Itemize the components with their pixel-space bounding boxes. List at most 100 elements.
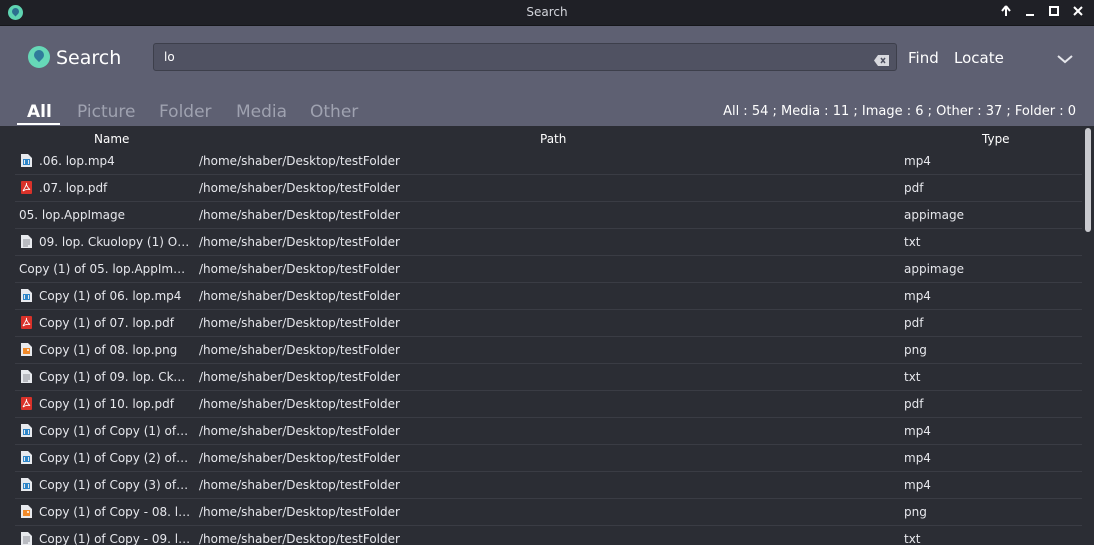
minimize-icon[interactable]: [1022, 4, 1038, 22]
file-name-cell: .07. lop.pdf: [39, 181, 108, 195]
find-button[interactable]: Find: [908, 49, 939, 67]
file-name-cell: Copy (1) of 10. lop.pdf: [39, 397, 174, 411]
video-file-icon: [21, 451, 32, 464]
file-path-cell: /home/shaber/Desktop/testFolder: [199, 235, 400, 249]
table-row[interactable]: .06. lop.mp4/home/shaber/Desktop/testFol…: [15, 148, 1082, 175]
image-file-icon: [21, 505, 32, 518]
file-path-cell: /home/shaber/Desktop/testFolder: [199, 343, 400, 357]
file-type-cell: pdf: [904, 181, 924, 195]
table-row[interactable]: Copy (1) of Copy (1) of 06. l… /home/shab…: [15, 418, 1082, 445]
file-type-cell: pdf: [904, 316, 924, 330]
file-name-cell: Copy (1) of Copy (1) of 06. l…: [39, 424, 191, 438]
column-name-header[interactable]: Name: [94, 132, 129, 146]
clear-text-icon[interactable]: [874, 51, 889, 66]
search-box[interactable]: [153, 43, 897, 71]
search-header: Search Find Locate All Picture Folder Me…: [0, 26, 1094, 126]
table-row[interactable]: Copy (1) of 07. lop.pdf/home/shaber/Desk…: [15, 310, 1082, 337]
text-file-icon: [21, 370, 32, 383]
file-type-cell: appimage: [904, 262, 964, 276]
table-row[interactable]: Copy (1) of Copy (3) of 06. l… /home/shab…: [15, 472, 1082, 499]
table-row[interactable]: .07. lop.pdf/home/shaber/Desktop/testFol…: [15, 175, 1082, 202]
pdf-file-icon: [21, 316, 32, 329]
file-name-cell: .06. lop.mp4: [39, 154, 115, 168]
file-path-cell: /home/shaber/Desktop/testFolder: [199, 370, 400, 384]
result-counts: All : 54 ; Media : 11 ; Image : 6 ; Othe…: [723, 104, 1076, 119]
file-name-cell: Copy (1) of 06. lop.mp4: [39, 289, 182, 303]
text-file-icon: [21, 532, 32, 545]
table-row[interactable]: 09. lop. Ckuolopy (1) Of Uu… /home/shaber…: [15, 229, 1082, 256]
active-tab-indicator: [17, 123, 60, 125]
image-file-icon: [21, 343, 32, 356]
search-input[interactable]: [164, 48, 854, 66]
table-row[interactable]: Copy (1) of 10. lop.pdf/home/shaber/Desk…: [15, 391, 1082, 418]
file-path-cell: /home/shaber/Desktop/testFolder: [199, 262, 400, 276]
file-name-cell: Copy (1) of Copy - 08. lop.…: [39, 505, 191, 519]
location-pin-icon: [28, 46, 50, 68]
file-name-cell: 05. lop.AppImage: [19, 208, 126, 222]
pdf-file-icon: [21, 181, 32, 194]
tab-picture[interactable]: Picture: [77, 102, 135, 126]
file-path-cell: /home/shaber/Desktop/testFolder: [199, 424, 400, 438]
text-file-icon: [21, 235, 32, 248]
table-row[interactable]: Copy (1) of 06. lop.mp4/home/shaber/Desk…: [15, 283, 1082, 310]
file-type-cell: png: [904, 505, 927, 519]
table-header: Name Path Type: [0, 126, 1082, 148]
file-name-cell: Copy (1) of 09. lop. Ckuolo…: [39, 370, 191, 384]
file-type-cell: mp4: [904, 478, 931, 492]
file-type-cell: txt: [904, 235, 921, 249]
table-row[interactable]: Copy (1) of Copy - 08. lop.… /home/shaber…: [15, 499, 1082, 526]
locate-button[interactable]: Locate: [954, 49, 1004, 67]
table-row[interactable]: Copy (1) of Copy - 09. lop.… /home/shaber…: [15, 526, 1082, 545]
file-type-cell: pdf: [904, 397, 924, 411]
file-name-cell: Copy (1) of 08. lop.png: [39, 343, 178, 357]
file-path-cell: /home/shaber/Desktop/testFolder: [199, 208, 400, 222]
file-name-cell: Copy (1) of Copy (3) of 06. l…: [39, 478, 191, 492]
file-type-cell: png: [904, 343, 927, 357]
file-name-cell: 09. lop. Ckuolopy (1) Of Uu…: [39, 235, 191, 249]
tab-folder[interactable]: Folder: [159, 102, 212, 126]
file-path-cell: /home/shaber/Desktop/testFolder: [199, 397, 400, 411]
video-file-icon: [21, 424, 32, 437]
file-name-cell: Copy (1) of 07. lop.pdf: [39, 316, 174, 330]
maximize-icon[interactable]: [1046, 4, 1062, 22]
table-row[interactable]: Copy (1) of 08. lop.png/home/shaber/Desk…: [15, 337, 1082, 364]
file-path-cell: /home/shaber/Desktop/testFolder: [199, 505, 400, 519]
keep-above-icon[interactable]: [998, 4, 1014, 22]
file-type-cell: mp4: [904, 289, 931, 303]
scrollbar-thumb[interactable]: [1085, 128, 1091, 232]
pdf-file-icon: [21, 397, 32, 410]
file-type-cell: txt: [904, 370, 921, 384]
file-path-cell: /home/shaber/Desktop/testFolder: [199, 451, 400, 465]
file-path-cell: /home/shaber/Desktop/testFolder: [199, 478, 400, 492]
chevron-down-icon[interactable]: [1057, 50, 1073, 64]
file-type-cell: mp4: [904, 451, 931, 465]
file-type-cell: mp4: [904, 424, 931, 438]
title-bar: Search: [0, 0, 1094, 26]
window-title: Search: [526, 5, 568, 19]
file-type-cell: txt: [904, 532, 921, 545]
file-path-cell: /home/shaber/Desktop/testFolder: [199, 289, 400, 303]
file-type-cell: mp4: [904, 154, 931, 168]
table-row[interactable]: Copy (1) of 09. lop. Ckuolo… /home/shaber…: [15, 364, 1082, 391]
video-file-icon: [21, 478, 32, 491]
brand-label: Search: [56, 47, 122, 69]
column-path-header[interactable]: Path: [540, 132, 566, 146]
file-name-cell: Copy (1) of Copy - 09. lop.…: [39, 532, 191, 545]
file-type-cell: appimage: [904, 208, 964, 222]
file-name-cell: Copy (1) of 05. lop.AppImage: [19, 262, 191, 276]
file-path-cell: /home/shaber/Desktop/testFolder: [199, 154, 400, 168]
video-file-icon: [21, 289, 32, 302]
close-icon[interactable]: [1070, 4, 1086, 22]
file-path-cell: /home/shaber/Desktop/testFolder: [199, 316, 400, 330]
file-name-cell: Copy (1) of Copy (2) of 06. l…: [39, 451, 191, 465]
table-row[interactable]: Copy (1) of 05. lop.AppImage/home/shaber…: [15, 256, 1082, 283]
table-row[interactable]: Copy (1) of Copy (2) of 06. l… /home/shab…: [15, 445, 1082, 472]
results-list: .06. lop.mp4/home/shaber/Desktop/testFol…: [15, 148, 1082, 545]
video-file-icon: [21, 154, 32, 167]
file-path-cell: /home/shaber/Desktop/testFolder: [199, 532, 400, 545]
column-type-header[interactable]: Type: [982, 132, 1010, 146]
table-row[interactable]: 05. lop.AppImage/home/shaber/Desktop/tes…: [15, 202, 1082, 229]
file-path-cell: /home/shaber/Desktop/testFolder: [199, 181, 400, 195]
tab-other[interactable]: Other: [310, 102, 358, 126]
tab-media[interactable]: Media: [236, 102, 287, 126]
